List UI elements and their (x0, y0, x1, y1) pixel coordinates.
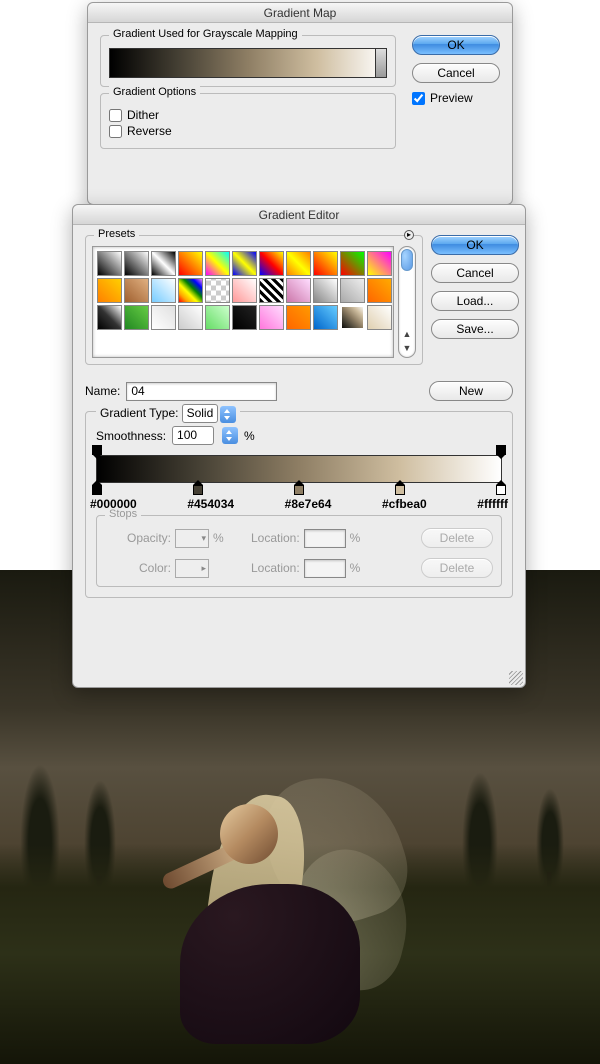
pct-label: % (244, 429, 255, 443)
preset-swatch[interactable] (286, 251, 311, 276)
color-stop[interactable] (193, 485, 203, 495)
resize-grip-icon[interactable] (509, 671, 523, 685)
color-location-input (304, 559, 346, 578)
preset-swatch[interactable] (97, 251, 122, 276)
preset-swatch[interactable] (151, 278, 176, 303)
preset-swatch[interactable] (340, 305, 365, 330)
editor-ok-button[interactable]: OK (431, 235, 519, 255)
presets-label: Presets (94, 228, 139, 240)
location-label: Location: (228, 531, 300, 545)
presets-grid (92, 246, 394, 358)
reverse-checkbox[interactable]: Reverse (109, 124, 387, 138)
gradient-type-select[interactable]: Solid (182, 404, 219, 423)
gradient-map-dialog: Gradient Map Gradient Used for Grayscale… (87, 2, 513, 205)
color-label: Color: (105, 561, 171, 575)
gradient-map-title: Gradient Map (88, 3, 512, 23)
preset-swatch[interactable] (313, 251, 338, 276)
location-label-2: Location: (228, 561, 300, 575)
opacity-input: ▾ (175, 529, 209, 548)
editor-load-button[interactable]: Load... (431, 291, 519, 311)
color-delete-button: Delete (421, 558, 493, 578)
name-label: Name: (85, 384, 120, 398)
smoothness-caret-icon[interactable] (222, 427, 238, 444)
preset-swatch[interactable] (232, 251, 257, 276)
preset-swatch[interactable] (340, 278, 365, 303)
preset-swatch[interactable] (124, 251, 149, 276)
preset-swatch[interactable] (340, 251, 365, 276)
preset-swatch[interactable] (313, 305, 338, 330)
opacity-label: Opacity: (105, 531, 171, 545)
preset-swatch[interactable] (178, 278, 203, 303)
hex-labels: #000000 #454034 #8e7e64 #cfbea0 #ffffff (90, 497, 508, 511)
gradient-edit-bar[interactable] (96, 455, 502, 483)
preset-swatch[interactable] (124, 278, 149, 303)
opacity-stop[interactable] (92, 445, 102, 455)
preset-swatch[interactable] (232, 305, 257, 330)
preset-swatch[interactable] (367, 251, 392, 276)
preset-swatch[interactable] (178, 305, 203, 330)
preset-swatch[interactable] (205, 251, 230, 276)
preset-swatch[interactable] (205, 278, 230, 303)
presets-flyout-icon[interactable] (404, 230, 414, 240)
editor-save-button[interactable]: Save... (431, 319, 519, 339)
editor-cancel-button[interactable]: Cancel (431, 263, 519, 283)
preset-swatch[interactable] (259, 278, 284, 303)
scroll-down-icon[interactable]: ▼ (399, 343, 415, 357)
smoothness-label: Smoothness: (96, 429, 166, 443)
color-swatch: ▸ (175, 559, 209, 578)
preset-swatch[interactable] (313, 278, 338, 303)
stops-label: Stops (105, 508, 141, 520)
dither-checkbox[interactable]: Dither (109, 108, 387, 122)
preset-swatch[interactable] (259, 251, 284, 276)
preset-swatch[interactable] (205, 305, 230, 330)
preset-swatch[interactable] (367, 278, 392, 303)
gm-ok-button[interactable]: OK (412, 35, 500, 55)
color-stop[interactable] (294, 485, 304, 495)
smoothness-input[interactable]: 100 (172, 426, 214, 445)
preset-swatch[interactable] (286, 305, 311, 330)
presets-scrollbar[interactable]: ▲ ▼ (398, 246, 416, 358)
opacity-stop[interactable] (496, 445, 506, 455)
gm-cancel-button[interactable]: Cancel (412, 63, 500, 83)
scroll-up-icon[interactable]: ▲ (399, 329, 415, 343)
select-caret-icon[interactable] (220, 406, 236, 423)
preset-swatch[interactable] (151, 251, 176, 276)
preset-swatch[interactable] (97, 305, 122, 330)
mapping-group-label: Gradient Used for Grayscale Mapping (109, 28, 302, 40)
preset-swatch[interactable] (259, 305, 284, 330)
gradient-preview-bar[interactable] (109, 48, 387, 78)
color-stop[interactable] (395, 485, 405, 495)
gradient-type-label: Gradient Type: (100, 406, 179, 420)
gradient-editor-dialog: Gradient Editor Presets ▲ ▼ (72, 204, 526, 688)
new-button[interactable]: New (429, 381, 513, 401)
editor-title: Gradient Editor (73, 205, 525, 225)
color-stop[interactable] (496, 485, 506, 495)
preview-checkbox[interactable]: Preview (412, 91, 500, 105)
name-input[interactable] (126, 382, 276, 401)
preset-swatch[interactable] (124, 305, 149, 330)
preset-swatch[interactable] (151, 305, 176, 330)
scroll-thumb[interactable] (401, 249, 413, 271)
preset-swatch[interactable] (232, 278, 257, 303)
options-group-label: Gradient Options (109, 86, 200, 98)
preset-swatch[interactable] (97, 278, 122, 303)
preset-swatch[interactable] (178, 251, 203, 276)
opacity-location-input (304, 529, 346, 548)
preset-swatch[interactable] (286, 278, 311, 303)
opacity-delete-button: Delete (421, 528, 493, 548)
color-stop[interactable] (92, 485, 102, 495)
preset-swatch[interactable] (367, 305, 392, 330)
